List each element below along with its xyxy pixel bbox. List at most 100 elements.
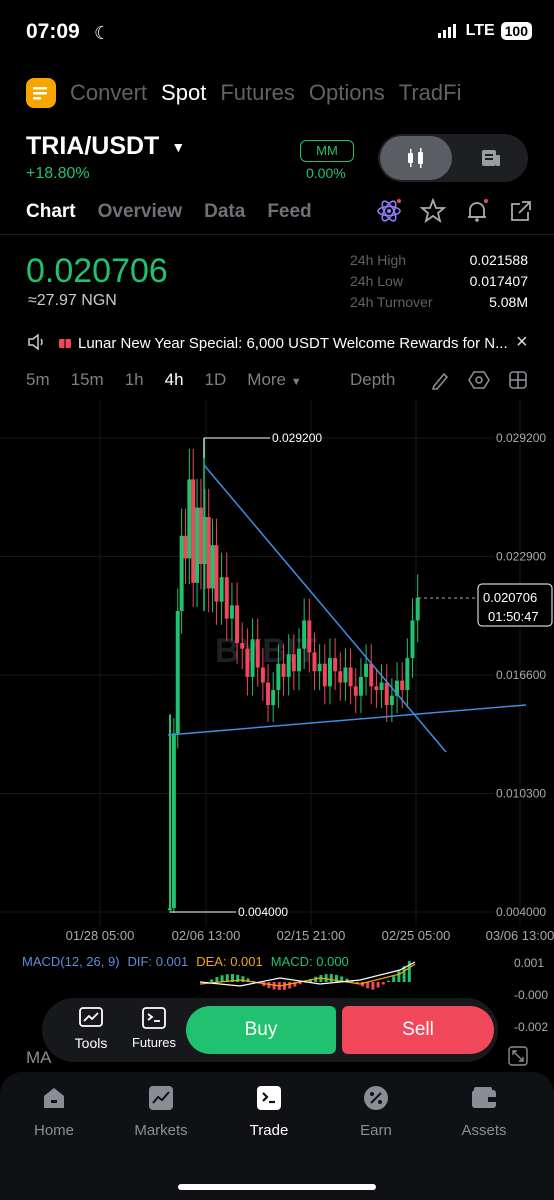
bottom-nav-assets[interactable]: Assets xyxy=(444,1084,524,1139)
candle-body xyxy=(224,577,229,619)
tab-chart[interactable]: Chart xyxy=(26,201,76,223)
low-label: 24h Low xyxy=(350,273,403,289)
interval-1h[interactable]: 1h xyxy=(125,370,144,390)
descending-trendline xyxy=(203,464,447,753)
macd-bar xyxy=(288,982,292,989)
tab-overview[interactable]: Overview xyxy=(98,201,183,223)
candle-body xyxy=(415,597,420,621)
close-icon[interactable]: × xyxy=(516,331,528,354)
y-tick-label: 0.022900 xyxy=(496,550,546,564)
signal-icon xyxy=(437,24,456,38)
price-chart[interactable]: BYBIT 0.029200 0.004000 0.020706 01:50:4… xyxy=(0,400,554,960)
candle-body xyxy=(286,654,291,677)
x-axis-ticks: 01/28 05:00 02/06 13:00 02/15 21:00 02/25 0… xyxy=(66,928,554,943)
bottom-nav-home[interactable]: Home xyxy=(14,1084,94,1139)
content-tabs: Chart Overview Data Feed xyxy=(26,201,312,223)
pair-selector[interactable]: TRIA/USDT ▼ xyxy=(26,132,185,161)
markets-label: Markets xyxy=(134,1122,188,1139)
interval-1d[interactable]: 1D xyxy=(205,370,227,390)
moon-icon: ☾ xyxy=(94,23,111,43)
interval-5m[interactable]: 5m xyxy=(26,370,50,390)
interval-15m[interactable]: 15m xyxy=(71,370,104,390)
bottom-nav-trade[interactable]: Trade xyxy=(229,1084,309,1139)
candle-body xyxy=(191,479,196,583)
candle-body xyxy=(210,545,215,589)
futures-button[interactable]: Futures xyxy=(128,1006,180,1050)
depth-button[interactable]: Depth xyxy=(350,370,395,390)
candle-body xyxy=(333,658,338,672)
mm-badge[interactable]: MM xyxy=(300,140,354,162)
buy-button[interactable]: Buy xyxy=(186,1006,336,1054)
x-tick-label: 02/06 13:00 xyxy=(172,928,241,943)
candle-body xyxy=(312,652,317,672)
nav-spot[interactable]: Spot xyxy=(161,80,206,106)
macd-bar xyxy=(215,977,219,982)
pair-change: +18.80% xyxy=(26,165,90,182)
countdown-tag: 01:50:47 xyxy=(488,609,539,624)
caret-down-icon: ▼ xyxy=(171,138,186,155)
macd-bar xyxy=(324,974,328,982)
macd-bar xyxy=(329,974,333,982)
nav-convert[interactable]: Convert xyxy=(70,80,147,106)
nav-futures[interactable]: Futures xyxy=(220,80,295,106)
y-tick-label: 0.010300 xyxy=(496,787,546,801)
battery-indicator: 100 xyxy=(500,22,532,40)
status-time: 07:09 xyxy=(26,20,80,43)
tab-data[interactable]: Data xyxy=(204,201,245,223)
futures-label: Futures xyxy=(131,1035,177,1050)
sell-button[interactable]: Sell xyxy=(342,1006,494,1054)
tools-button[interactable]: Tools xyxy=(66,1006,116,1051)
tab-feed[interactable]: Feed xyxy=(267,201,311,223)
candle-body xyxy=(338,671,343,683)
hexagon-settings-icon[interactable] xyxy=(468,370,490,390)
chart-watermark: BYBIT xyxy=(215,632,317,670)
candle-view-button[interactable] xyxy=(380,136,452,180)
tab-actions xyxy=(376,198,534,224)
layout-grid-icon[interactable] xyxy=(508,370,528,390)
announcement-banner[interactable]: Lunar New Year Special: 6,000 USDT Welco… xyxy=(0,326,554,360)
y-tick-label: 0.004000 xyxy=(496,905,546,919)
candle-body xyxy=(229,605,234,619)
chart-tools xyxy=(430,370,528,390)
macd-tick-1: 0.001 xyxy=(514,956,545,970)
macd-bar xyxy=(397,971,401,982)
last-price: 0.020706 xyxy=(26,252,168,290)
pair-symbol: TRIA/USDT xyxy=(26,132,160,160)
high-marker-label: 0.029200 xyxy=(272,431,322,445)
candle-body xyxy=(405,658,410,691)
bell-icon[interactable] xyxy=(464,198,490,224)
macd-bar xyxy=(381,982,385,985)
pencil-icon[interactable] xyxy=(430,370,450,390)
interval-selector: 5m 15m 1h 4h 1D More ▼ xyxy=(26,370,302,390)
atom-icon[interactable] xyxy=(376,198,402,224)
view-toggle[interactable] xyxy=(378,134,528,182)
gift-icon xyxy=(59,339,71,348)
candle-body xyxy=(291,654,296,672)
nav-tradfi[interactable]: TradFi xyxy=(399,80,462,106)
candle-body xyxy=(271,690,276,706)
interval-4h[interactable]: 4h xyxy=(165,370,184,390)
macd-bar xyxy=(210,979,214,982)
bottom-nav-earn[interactable]: Earn xyxy=(336,1084,416,1139)
interval-more[interactable]: More ▼ xyxy=(247,370,301,390)
nav-options[interactable]: Options xyxy=(309,80,385,106)
candle-body xyxy=(219,577,224,602)
orderbook-view-button[interactable] xyxy=(456,136,526,180)
macd-bar xyxy=(376,982,380,988)
candle-body xyxy=(281,663,286,677)
bottom-nav-markets[interactable]: Markets xyxy=(121,1084,201,1139)
fiat-price: ≈27.97 NGN xyxy=(28,292,117,309)
x-tick-label: 03/06 13:00 xyxy=(486,928,554,943)
assets-label: Assets xyxy=(461,1122,507,1139)
candle-body xyxy=(206,517,211,589)
expand-icon[interactable] xyxy=(508,1046,528,1066)
candle-body xyxy=(255,639,260,668)
candle-body xyxy=(364,663,369,677)
turnover-value: 5.08M xyxy=(489,294,528,310)
share-icon[interactable] xyxy=(508,198,534,224)
candle-body xyxy=(410,620,415,659)
menu-logo-icon[interactable] xyxy=(26,78,56,108)
market-stats: 24h High 0.021588 24h Low 0.017407 24h Tur… xyxy=(350,252,528,315)
low-marker-label: 0.004000 xyxy=(238,905,288,919)
star-icon[interactable] xyxy=(420,198,446,224)
